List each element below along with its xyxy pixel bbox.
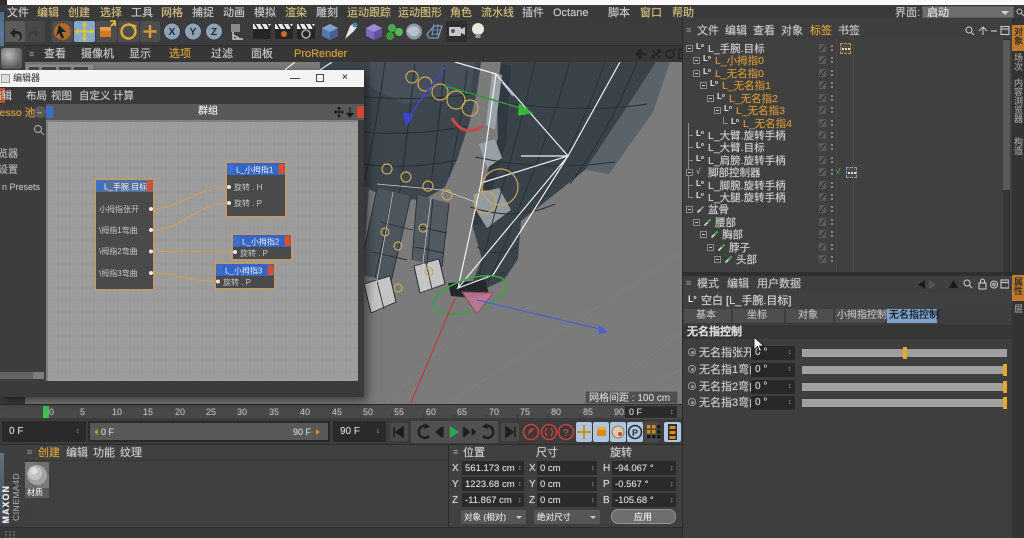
svg-text:旋转 . P: 旋转 . P xyxy=(240,248,268,258)
svg-text:P: P xyxy=(632,428,638,438)
svg-text:Y: Y xyxy=(190,27,197,38)
svg-text:L_小拇指3: L_小拇指3 xyxy=(225,266,263,276)
svg-text:旋转 . H: 旋转 . H xyxy=(234,182,263,192)
svg-text:L_小拇指1: L_小拇指1 xyxy=(236,165,274,175)
svg-text:\拇指3弯曲: \拇指3弯曲 xyxy=(99,268,138,278)
svg-text:\拇指2弯曲: \拇指2弯曲 xyxy=(99,246,138,256)
svg-text:Z: Z xyxy=(211,27,217,38)
svg-text:?: ? xyxy=(563,428,569,439)
svg-text:L_手腕.目标: L_手腕.目标 xyxy=(104,182,147,192)
svg-text:旋转 . P: 旋转 . P xyxy=(234,198,262,208)
svg-text:旋转 . P: 旋转 . P xyxy=(223,277,251,287)
svg-text:X: X xyxy=(169,27,176,38)
svg-text:\拇指1弯曲: \拇指1弯曲 xyxy=(99,225,138,235)
svg-text:小拇指张开: 小拇指张开 xyxy=(99,204,139,214)
svg-text:L_小拇指2: L_小拇指2 xyxy=(242,237,280,247)
